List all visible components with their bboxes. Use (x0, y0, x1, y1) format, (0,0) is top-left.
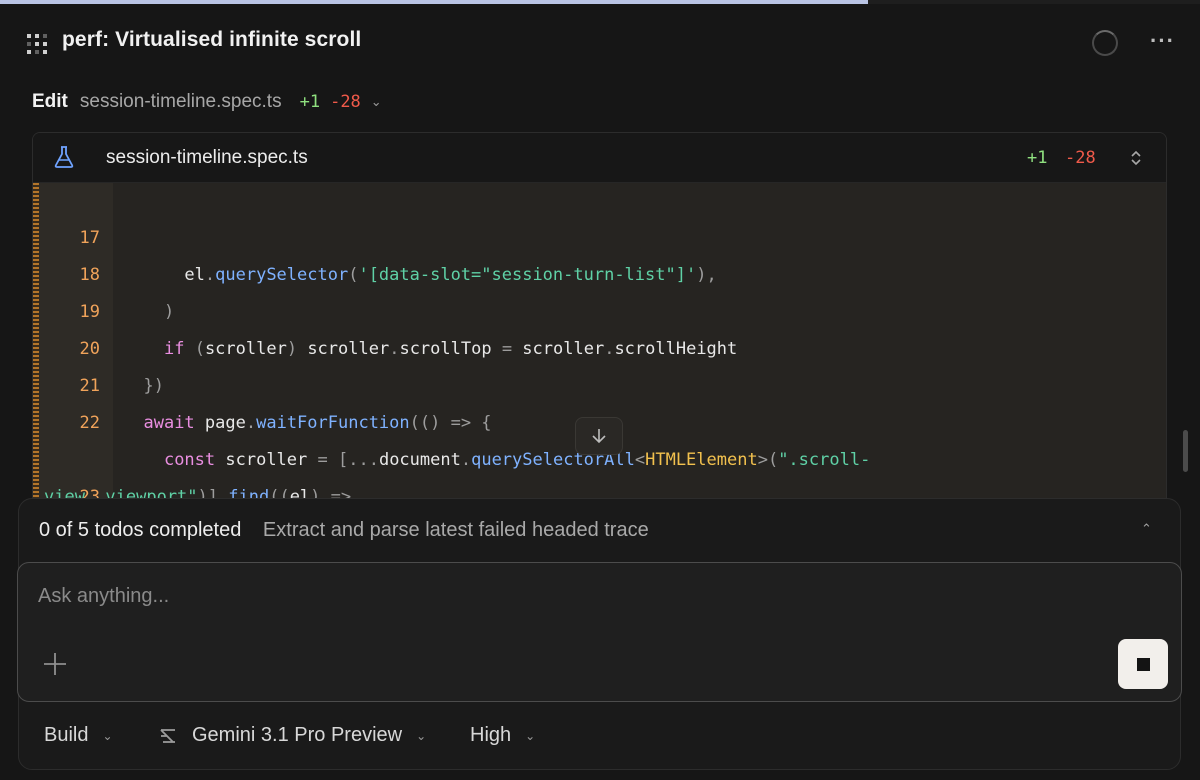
mode-select[interactable]: Build ⌄ (44, 724, 113, 747)
todo-current: Extract and parse latest failed headed t… (262, 519, 649, 541)
model-select[interactable]: Gemini 3.1 Pro Preview ⌄ (158, 724, 426, 747)
arrow-down-icon (592, 429, 606, 444)
prompt-input[interactable] (38, 585, 938, 608)
plus-icon[interactable] (42, 651, 68, 677)
code-line: 17 el.querySelector('[data-slot="session… (33, 183, 1166, 285)
diff-card: session-timeline.spec.ts +1 -28 17 el.qu… (32, 132, 1167, 552)
diff-header: session-timeline.spec.ts +1 -28 (33, 133, 1166, 183)
chevron-down-icon: ⌄ (102, 728, 113, 743)
code-line: 19 if (scroller) scroller.scrollTop = sc… (33, 257, 1166, 359)
todo-summary[interactable]: 0 of 5 todos completed Extract and parse… (39, 519, 649, 542)
page-title: perf: Virtualised infinite scroll (62, 28, 362, 51)
code-line: 20 }) (33, 294, 1166, 396)
code-line: 22 const scroller = [...document.querySe… (33, 368, 1166, 470)
chevron-up-icon[interactable]: ⌃ (1141, 521, 1152, 537)
diff-deletions: -28 (1065, 148, 1096, 168)
more-icon[interactable]: ··· (1150, 28, 1175, 54)
deletions-count: -28 (330, 92, 361, 112)
code-line: 18 ) (33, 220, 1166, 322)
spinner-icon (1092, 30, 1118, 56)
grid-icon[interactable] (24, 31, 50, 57)
effort-label: High (470, 724, 512, 746)
flask-icon (54, 146, 74, 168)
mode-label: Build (44, 724, 89, 746)
scrollbar-thumb[interactable] (1183, 430, 1188, 472)
expand-collapse-icon[interactable] (1129, 148, 1143, 168)
scroll-to-bottom-button[interactable] (575, 417, 623, 455)
stop-button[interactable] (1118, 639, 1168, 689)
edit-verb: Edit (32, 91, 68, 112)
code-view[interactable]: 17 el.querySelector('[data-slot="session… (33, 183, 1166, 551)
diff-additions: +1 (1027, 148, 1048, 168)
chevron-down-icon: ⌄ (416, 728, 427, 743)
additions-count: +1 (299, 92, 321, 112)
edit-summary[interactable]: Edit session-timeline.spec.ts +1 -28 ⌄ (32, 88, 382, 116)
code-line: 21 await page.waitForFunction(() => { (33, 331, 1166, 433)
effort-select[interactable]: High ⌄ (470, 724, 535, 747)
session-header: perf: Virtualised infinite scroll ··· (0, 4, 1200, 76)
edit-file-name: session-timeline.spec.ts (79, 91, 282, 112)
todo-count: 0 of 5 todos completed (39, 519, 242, 541)
prompt-box (17, 562, 1182, 702)
stop-icon (1136, 657, 1150, 671)
chevron-down-icon: ⌄ (525, 728, 536, 743)
chevron-down-icon[interactable]: ⌄ (371, 94, 382, 110)
diff-file-name: session-timeline.spec.ts (106, 147, 308, 168)
composer-footer: Build ⌄ Gemini 3.1 Pro Preview ⌄ High ⌄ (0, 714, 1200, 758)
model-label: Gemini 3.1 Pro Preview (192, 724, 403, 746)
model-provider-icon (160, 728, 175, 743)
